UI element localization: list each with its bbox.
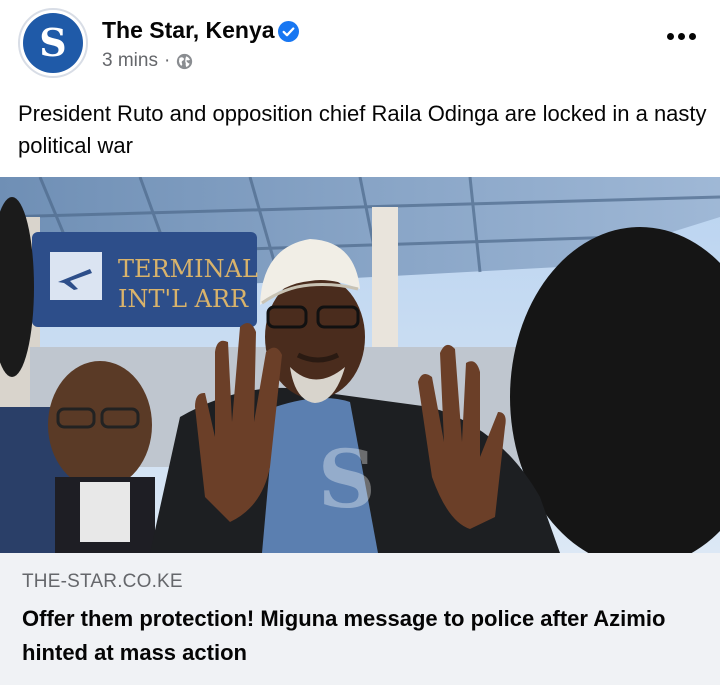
link-title[interactable]: Offer them protection! Miguna message to… — [22, 602, 702, 670]
news-photo: TERMINAL INT'L ARR S — [0, 177, 720, 553]
link-preview[interactable]: THE-STAR.CO.KE Offer them protection! Mi… — [0, 553, 720, 685]
post-text: President Ruto and opposition chief Rail… — [18, 101, 707, 158]
sign-line-2: INT'L ARR — [118, 285, 249, 313]
more-dot — [677, 32, 685, 40]
avatar-logo-letter: S — [39, 20, 67, 65]
watermark-letter: S — [318, 432, 376, 526]
post-image[interactable]: TERMINAL INT'L ARR S — [0, 177, 720, 553]
more-dot — [688, 32, 696, 40]
more-dot — [666, 32, 674, 40]
sign-line-1: TERMINAL — [118, 255, 258, 283]
link-domain: THE-STAR.CO.KE — [22, 571, 183, 592]
post-meta: 3 mins · — [102, 50, 193, 72]
page-name[interactable]: The Star, Kenya — [102, 17, 275, 44]
avatar-logo: S — [23, 13, 83, 73]
verified-badge-icon — [278, 21, 299, 42]
post-time[interactable]: 3 mins — [102, 50, 158, 72]
page-avatar[interactable]: S — [18, 8, 88, 78]
more-options-icon[interactable] — [664, 26, 698, 46]
globe-icon — [177, 53, 193, 69]
post-header: S The Star, Kenya 3 mins · — [0, 0, 720, 90]
meta-separator: · — [163, 50, 171, 71]
